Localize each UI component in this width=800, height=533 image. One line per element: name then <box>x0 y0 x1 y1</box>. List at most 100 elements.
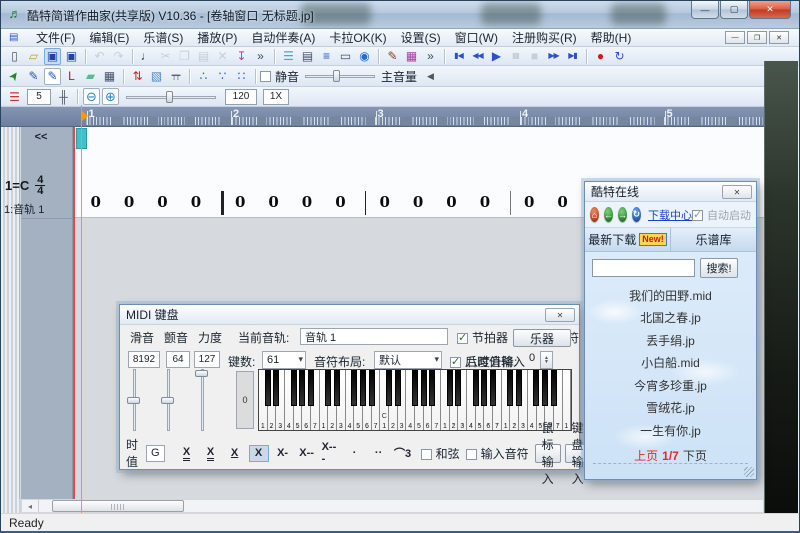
chord-checkbox[interactable] <box>421 449 432 460</box>
black-key[interactable] <box>455 370 461 406</box>
black-key[interactable] <box>325 370 331 406</box>
input-note-checkbox[interactable] <box>466 449 477 460</box>
black-key[interactable] <box>481 370 487 406</box>
midi-dialog-titlebar[interactable]: MIDI 键盘 ✕ <box>120 305 579 325</box>
undo-button[interactable]: ↶ <box>91 48 108 65</box>
menu-item[interactable]: 设置(S) <box>394 29 448 47</box>
note-input-button[interactable]: ♩ <box>138 48 155 65</box>
child-minimize-button[interactable]: — <box>725 31 745 44</box>
rest-note[interactable]: 0 <box>302 193 312 211</box>
forward-icon[interactable]: → <box>618 207 627 222</box>
online-panel-titlebar[interactable]: 酷特在线 ✕ <box>585 182 756 202</box>
staff-view-button[interactable]: ≡ <box>318 48 335 65</box>
black-key[interactable] <box>412 370 418 406</box>
white-key[interactable]: 1 <box>563 370 572 430</box>
new-file-button[interactable]: ▯ <box>6 48 23 65</box>
rest-note[interactable]: 0 <box>157 193 167 211</box>
play-button[interactable]: ▶ <box>488 48 505 65</box>
karaoke-button[interactable]: ▦ <box>403 48 420 65</box>
black-key[interactable] <box>360 370 366 406</box>
duration-button[interactable]: X <box>177 445 197 462</box>
black-key[interactable] <box>516 370 522 406</box>
measure-count-box[interactable]: 5 <box>27 89 51 105</box>
cut-button[interactable]: ✂ <box>157 48 174 65</box>
beat-fence-button[interactable]: ╫ <box>55 88 72 105</box>
beam-group-3-button[interactable]: ∷ <box>233 68 250 85</box>
black-key[interactable] <box>473 370 479 406</box>
black-key[interactable] <box>308 370 314 406</box>
current-track-value[interactable]: 音轨 1 <box>300 328 448 345</box>
black-key[interactable] <box>542 370 548 406</box>
menu-item[interactable]: 自动伴奏(A) <box>244 29 322 47</box>
copy-button[interactable]: ❐ <box>176 48 193 65</box>
playhead-marker[interactable] <box>82 111 88 121</box>
fast-forward-button[interactable]: ▶▶ <box>545 48 562 65</box>
duration-button[interactable]: X <box>249 445 269 462</box>
save-button[interactable]: ▣ <box>44 48 61 65</box>
black-key[interactable] <box>369 370 375 406</box>
song-list-item[interactable]: 今宵多珍重.jp <box>634 374 707 397</box>
rest-note[interactable]: 0 <box>91 193 101 211</box>
mute-checkbox[interactable] <box>260 71 271 82</box>
duration-value-box[interactable]: G <box>146 445 165 462</box>
online-panel-close-button[interactable]: ✕ <box>722 185 752 199</box>
transpose-button[interactable]: ⇅ <box>129 68 146 85</box>
song-list-item[interactable]: 北国之春.jp <box>640 307 701 330</box>
song-search-input[interactable] <box>592 259 695 277</box>
vibrato-slider[interactable] <box>160 369 176 431</box>
menu-item[interactable]: 帮助(H) <box>584 29 639 47</box>
record-button[interactable]: ● <box>592 48 609 65</box>
input-note-option[interactable]: 输入音符 <box>466 445 529 462</box>
paste-button[interactable]: ▤ <box>195 48 212 65</box>
octave-spinner[interactable]: ▲▼ <box>540 351 553 369</box>
prev-page-link[interactable]: 上页 <box>634 447 658 464</box>
black-key[interactable] <box>395 370 401 406</box>
tab-score-library[interactable]: 乐谱库 <box>670 228 756 251</box>
zoom-out-button[interactable]: ⊖ <box>83 88 100 105</box>
duration-button[interactable]: X- <box>273 445 293 462</box>
child-close-button[interactable]: ✕ <box>769 31 789 44</box>
black-key[interactable] <box>291 370 297 406</box>
metronome-checkbox[interactable] <box>457 333 468 344</box>
beam-group-1-button[interactable]: ∴ <box>195 68 212 85</box>
pencil-tool-button[interactable]: ✎ <box>25 68 42 85</box>
black-key[interactable] <box>386 370 392 406</box>
instrument-button[interactable]: 乐器 <box>513 329 571 347</box>
black-key[interactable] <box>447 370 453 406</box>
mixer-button[interactable]: ▭ <box>337 48 354 65</box>
duration-button[interactable]: ⌒3 <box>393 445 413 462</box>
rest-note[interactable]: 0 <box>446 193 456 211</box>
refresh-icon[interactable]: ↻ <box>632 207 641 222</box>
black-key[interactable] <box>429 370 435 406</box>
background-button[interactable]: ▧ <box>148 68 165 85</box>
pitch-bend-slider[interactable] <box>126 369 142 431</box>
search-button[interactable]: 搜索! <box>700 258 738 278</box>
song-list-item[interactable]: 雪绒花.jp <box>646 397 695 420</box>
scroll-left-arrow[interactable]: ◂ <box>22 500 39 512</box>
horizontal-scrollbar[interactable]: ◂ <box>21 499 764 513</box>
save-all-button[interactable]: ▣ <box>63 48 80 65</box>
beam-group-2-button[interactable]: ∵ <box>214 68 231 85</box>
tempo-box[interactable]: 120 <box>225 89 257 105</box>
playhead-line[interactable] <box>81 105 82 513</box>
black-key[interactable] <box>334 370 340 406</box>
rest-note[interactable]: 0 <box>413 193 423 211</box>
black-key[interactable] <box>507 370 513 406</box>
beat-ruler-button[interactable]: ┯┯ <box>167 68 184 85</box>
download-center-link[interactable]: 下载中心 <box>648 207 692 223</box>
select-tool-button[interactable]: ➤ <box>6 68 23 85</box>
rewind-button[interactable]: ◀◀ <box>469 48 486 65</box>
rest-note[interactable]: 0 <box>335 193 345 211</box>
duration-button[interactable]: X <box>225 445 245 462</box>
black-key[interactable] <box>533 370 539 406</box>
chord-lines-button[interactable]: ☰ <box>6 88 23 105</box>
more-buttons-1[interactable]: » <box>252 48 269 65</box>
go-last-button[interactable]: ▶▮ <box>564 48 581 65</box>
black-key[interactable] <box>421 370 427 406</box>
duration-button[interactable]: X--- <box>321 445 341 462</box>
open-file-button[interactable]: ▱ <box>25 48 42 65</box>
more-buttons-2[interactable]: » <box>422 48 439 65</box>
next-page-link[interactable]: 下页 <box>683 447 707 464</box>
duration-button[interactable]: · <box>345 445 365 462</box>
menu-item[interactable]: 乐谱(S) <box>136 29 190 47</box>
